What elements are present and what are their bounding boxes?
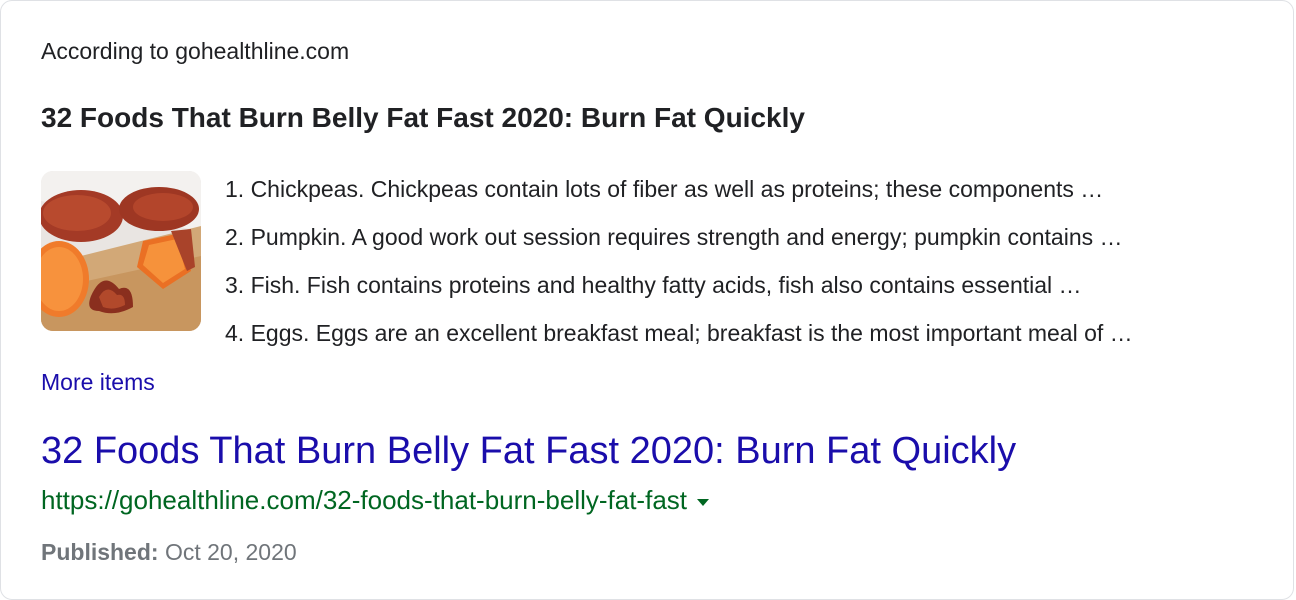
published-value: Oct 20, 2020 — [164, 539, 297, 565]
list-item: 1. Chickpeas. Chickpeas contain lots of … — [225, 176, 1104, 202]
snippet-list: 1. Chickpeas. Chickpeas contain lots of … — [225, 174, 1133, 366]
list-item: 2. Pumpkin. A good work out session requ… — [225, 224, 1123, 250]
featured-snippet-card: According to gohealthline.com 32 Foods T… — [0, 0, 1294, 600]
list-item: 3. Fish. Fish contains proteins and heal… — [225, 272, 1082, 298]
sweet-potato-image[interactable] — [41, 171, 201, 331]
snippet-title: 32 Foods That Burn Belly Fat Fast 2020: … — [41, 102, 805, 133]
result-title-link[interactable]: 32 Foods That Burn Belly Fat Fast 2020: … — [41, 429, 1016, 473]
published-label: Published: — [41, 539, 159, 565]
result-url[interactable]: https://gohealthline.com/32-foods-that-b… — [41, 483, 687, 517]
published-date: Published: Oct 20, 2020 — [41, 537, 297, 567]
result-url-row: https://gohealthline.com/32-foods-that-b… — [41, 483, 710, 517]
snippet-source: According to gohealthline.com — [41, 38, 350, 64]
list-item: 4. Eggs. Eggs are an excellent breakfast… — [225, 320, 1133, 346]
caret-down-icon[interactable] — [697, 498, 710, 506]
more-items-link[interactable]: More items — [41, 367, 155, 397]
